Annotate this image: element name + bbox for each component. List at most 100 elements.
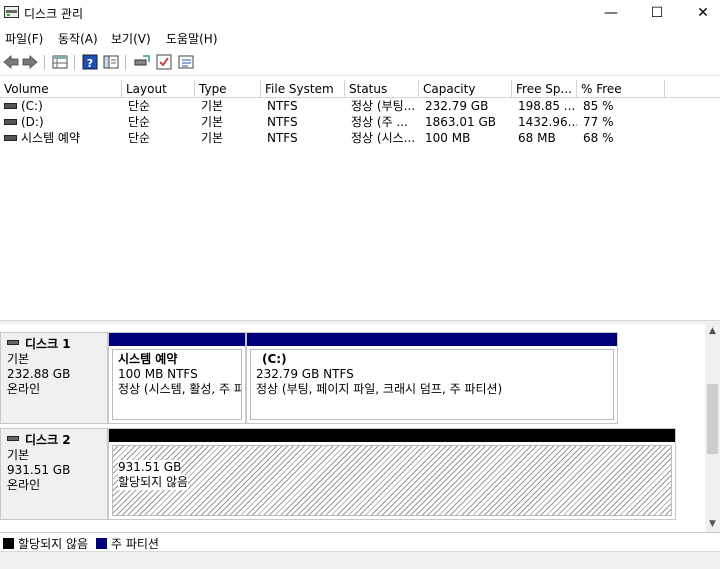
file-system-cell: NTFS [267,99,298,113]
list-view-icon[interactable] [177,53,195,71]
capacity-cell: 100 MB [425,131,471,145]
percent-free-cell: 85 % [583,99,614,113]
column-header-free-space[interactable]: Free Sp... [512,80,577,98]
partition-unallocated[interactable]: 931.51 GB 할당되지 않음 [108,428,676,520]
vertical-scrollbar[interactable]: ▲ ▼ [705,324,720,532]
partition-size: 100 MB NTFS [118,367,198,381]
menu-file[interactable]: 파일(F) [5,30,43,47]
disk-state: 온라인 [7,382,41,396]
legend: 할당되지 않음 주 파티션 [0,532,720,552]
scroll-up-arrow-icon[interactable]: ▲ [705,324,720,339]
status-cell: 정상 (부팅... [351,99,416,113]
disk-management-app-icon [4,6,19,18]
volume-cell: (C:) [0,98,122,114]
close-button[interactable]: ✕ [680,0,720,26]
volume-cell: (D:) [0,114,122,130]
column-header-layout[interactable]: Layout [122,80,195,98]
volume-row[interactable]: 시스템 예약 단순 기본 NTFS 정상 (시스... 100 MB 68 MB… [0,130,720,146]
title-bar: 디스크 관리 — ☐ ✕ [0,0,720,26]
volume-cell: 시스템 예약 [0,130,122,146]
free-space-cell: 198.85 ... [518,99,576,113]
column-header-type[interactable]: Type [195,80,261,98]
toolbar-separator [44,55,45,70]
partition-system-reserved[interactable]: 시스템 예약 100 MB NTFS 정상 (시스템, 활성, 주 파티션) [108,332,246,424]
percent-free-cell: 77 % [583,115,614,129]
partition-name: (C:) [262,352,287,366]
volume-row[interactable]: (C:) 단순 기본 NTFS 정상 (부팅... 232.79 GB 198.… [0,98,720,114]
partition-bar [109,429,675,442]
capacity-cell: 1863.01 GB [425,115,496,129]
disk-graphic-view: 디스크 1 기본 232.88 GB 온라인 시스템 예약 100 MB NTF… [0,324,720,532]
status-cell: 정상 (주 ... [351,115,408,129]
window-title: 디스크 관리 [24,7,84,21]
column-header-volume[interactable]: Volume [0,80,122,98]
disk-state: 온라인 [7,478,41,492]
toolbar-separator [125,55,126,70]
disk-label[interactable]: 디스크 2 기본 931.51 GB 온라인 [0,428,108,520]
type-cell: 기본 [201,99,224,113]
partition-name: 시스템 예약 [118,352,178,366]
partition-bar [247,333,617,346]
disk-type: 기본 [7,448,30,462]
capacity-cell: 232.79 GB [425,99,489,113]
console-tree-icon[interactable] [102,53,120,71]
status-cell: 정상 (시스... [351,131,416,145]
legend-item-unallocated: 할당되지 않음 [3,535,88,552]
disk-row: 디스크 1 기본 232.88 GB 온라인 시스템 예약 100 MB NTF… [0,332,700,424]
disk-title: 디스크 1 [25,337,71,351]
file-system-cell: NTFS [267,131,298,145]
toolbar: ? [0,50,720,76]
disk-icon [7,436,19,441]
partition-status: 정상 (부팅, 페이지 파일, 크래시 덤프, 주 파티션) [256,382,503,396]
back-arrow-icon[interactable] [2,53,20,71]
help-icon[interactable]: ? [81,53,99,71]
column-header-percent-free[interactable]: % Free [577,80,665,98]
drive-icon [4,134,17,141]
type-cell: 기본 [201,115,224,129]
legend-swatch [3,538,14,549]
partition-c-drive[interactable]: (C:) 232.79 GB NTFS 정상 (부팅, 페이지 파일, 크래시 … [246,332,618,424]
rescan-icon[interactable] [133,53,151,71]
volume-row[interactable]: (D:) 단순 기본 NTFS 정상 (주 ... 1863.01 GB 143… [0,114,720,130]
volume-list: Volume Layout Type File System Status Ca… [0,80,720,320]
disk-label[interactable]: 디스크 1 기본 232.88 GB 온라인 [0,332,108,424]
forward-arrow-icon[interactable] [21,53,39,71]
layout-cell: 단순 [128,99,151,113]
free-space-cell: 68 MB [518,131,556,145]
column-header-file-system[interactable]: File System [261,80,345,98]
partition-size: 931.51 GB [118,460,182,475]
menu-help[interactable]: 도움말(H) [166,30,218,47]
free-space-cell: 1432.96... [518,115,577,129]
check-icon[interactable] [155,53,173,71]
menu-bar: 파일(F) 동작(A) 보기(V) 도움말(H) [0,28,720,48]
minimize-button[interactable]: — [588,0,634,26]
properties-grid-icon[interactable] [51,53,69,71]
menu-action[interactable]: 동작(A) [58,30,98,47]
disk-size: 931.51 GB [7,463,71,477]
maximize-button[interactable]: ☐ [634,0,680,26]
disk-size: 232.88 GB [7,367,71,381]
toolbar-separator [74,55,75,70]
column-header-capacity[interactable]: Capacity [419,80,512,98]
file-system-cell: NTFS [267,115,298,129]
layout-cell: 단순 [128,115,151,129]
partition-bar [109,333,245,346]
partition-body: 시스템 예약 100 MB NTFS 정상 (시스템, 활성, 주 파티션) [112,349,242,420]
disk-type: 기본 [7,352,30,366]
drive-icon [4,102,17,109]
partition-status: 정상 (시스템, 활성, 주 파티션) [118,382,241,396]
disk-title: 디스크 2 [25,433,71,447]
scroll-down-arrow-icon[interactable]: ▼ [705,517,720,532]
partition-status: 할당되지 않음 [118,475,189,490]
column-header-status[interactable]: Status [345,80,419,98]
legend-item-primary: 주 파티션 [96,535,159,552]
disk-icon [7,340,19,345]
menu-view[interactable]: 보기(V) [111,30,151,47]
layout-cell: 단순 [128,131,151,145]
drive-icon [4,118,17,125]
type-cell: 기본 [201,131,224,145]
scroll-thumb[interactable] [707,384,718,454]
disk-row: 디스크 2 기본 931.51 GB 온라인 931.51 GB 할당되지 않음 [0,428,700,520]
status-bar [0,551,720,569]
percent-free-cell: 68 % [583,131,614,145]
